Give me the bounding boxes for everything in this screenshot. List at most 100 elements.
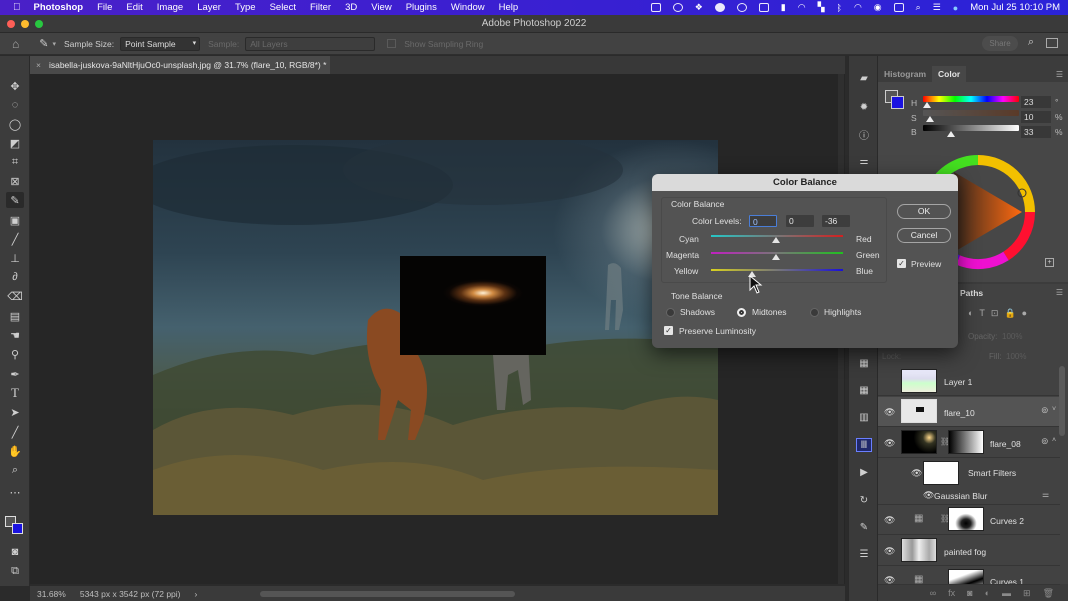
wifi-icon[interactable]: ◠ xyxy=(854,2,862,13)
h-value[interactable]: 23 xyxy=(1021,96,1051,108)
brush-tool-icon[interactable]: ╱ xyxy=(6,231,24,247)
filter-mask-thumbnail[interactable] xyxy=(923,461,959,485)
cyan-red-thumb[interactable] xyxy=(771,237,780,243)
cancel-button[interactable]: Cancel xyxy=(897,228,951,243)
actions-play-icon[interactable]: ▶ xyxy=(856,465,872,479)
menu-app-name[interactable]: Photoshop xyxy=(34,2,84,13)
menu-edit[interactable]: Edit xyxy=(126,2,142,13)
preserve-luminosity-checkbox[interactable]: ✓ xyxy=(664,326,673,335)
airplay-icon[interactable] xyxy=(758,3,769,12)
add-mask-icon[interactable]: ◙ xyxy=(967,588,972,598)
info-icon[interactable]: ⓘ xyxy=(856,127,872,142)
vpn-icon[interactable] xyxy=(714,3,725,12)
midtones-label[interactable]: Midtones xyxy=(752,307,787,317)
move-tool-icon[interactable]: ✥ xyxy=(6,78,24,94)
visibility-eye-icon[interactable]: 👁 xyxy=(923,490,934,501)
dodge-tool-icon[interactable]: ⚲ xyxy=(6,346,24,362)
hand-tool-icon[interactable]: ✋ xyxy=(6,443,24,459)
clock[interactable]: Mon Jul 25 10:10 PM xyxy=(970,2,1060,13)
document-tab[interactable]: × isabella-juskova-9aNltHjuOc0-unsplash.… xyxy=(30,56,330,74)
layer-filter-icons[interactable]: ◐T⊡🔒● xyxy=(968,308,1033,319)
highlights-label[interactable]: Highlights xyxy=(824,307,861,317)
screen-record-icon[interactable] xyxy=(650,3,661,12)
fx-icon[interactable]: fx xyxy=(948,588,955,598)
visibility-eye-icon[interactable]: 👁 xyxy=(911,468,922,479)
eyedropper-preset-icon[interactable]: ✎ xyxy=(39,37,48,50)
path-selection-tool-icon[interactable]: ➤ xyxy=(6,404,24,420)
apple-icon[interactable]:  xyxy=(13,2,21,13)
panel-menu-icon[interactable]: ☰ xyxy=(1056,288,1063,297)
ok-button[interactable]: OK xyxy=(897,204,951,219)
smudge-tool-icon[interactable]: ☚ xyxy=(6,327,24,343)
layer-mask-thumbnail[interactable] xyxy=(948,430,984,454)
eraser-tool-icon[interactable]: ⌫ xyxy=(6,288,24,304)
crop-tool-icon[interactable]: ⌗ xyxy=(6,154,24,170)
share-button[interactable]: Share xyxy=(982,36,1018,51)
preview-checkbox[interactable]: ✓ xyxy=(897,259,906,268)
new-layer-icon[interactable]: ⊞ xyxy=(1023,588,1031,599)
pen-tool-icon[interactable]: ✒ xyxy=(6,366,24,382)
add-swatch-icon[interactable]: + xyxy=(1045,258,1054,267)
eyedropper-tool-icon[interactable]: ✎ xyxy=(6,192,24,208)
chevron-up-icon[interactable]: ˄ xyxy=(1052,437,1056,444)
layer-row-selected[interactable]: 👁 flare_10 ⊚ ˅ xyxy=(878,397,1060,427)
layer-row[interactable]: 👁 ▦ ⛓ Curves 2 xyxy=(878,505,1060,535)
gauge-icon[interactable]: ◠ xyxy=(798,2,806,13)
screen-mode-icon[interactable]: ⧉ xyxy=(6,563,24,579)
delete-layer-icon[interactable]: 🗑 xyxy=(1043,588,1054,599)
siri-icon[interactable]: ● xyxy=(953,3,958,13)
tab-paths[interactable]: Paths xyxy=(960,288,983,298)
history-icon[interactable]: ↻ xyxy=(856,493,872,507)
menu-type[interactable]: Type xyxy=(235,2,256,13)
menu-file[interactable]: File xyxy=(97,2,112,13)
layer-row[interactable]: 👁 ▦ Curves 1 xyxy=(878,567,1060,585)
filter-row[interactable]: 👁 Gaussian Blur ⚌ xyxy=(878,487,1060,505)
hue-thumb[interactable] xyxy=(923,102,931,108)
layer-row[interactable]: 👁 ⛓ flare_08 ⊚ ˄ xyxy=(878,428,1060,458)
layer-name[interactable]: flare_08 xyxy=(990,439,1021,449)
preserve-luminosity-label[interactable]: Preserve Luminosity xyxy=(679,326,756,336)
home-icon[interactable]: ⌂ xyxy=(12,37,19,51)
layer-row[interactable]: 👁 painted fog xyxy=(878,536,1060,566)
layers-scrollbar[interactable] xyxy=(1059,366,1065,436)
smart-filters-row[interactable]: 👁 Smart Filters xyxy=(878,459,1060,487)
menu-plugins[interactable]: Plugins xyxy=(406,2,437,13)
layer-mask-thumbnail[interactable] xyxy=(948,569,984,584)
gradient-tool-icon[interactable]: ▤ xyxy=(6,308,24,324)
filter-name[interactable]: Gaussian Blur xyxy=(934,491,987,501)
shadows-radio[interactable] xyxy=(666,308,675,317)
patterns-grid-icon[interactable]: ▦ xyxy=(856,383,872,397)
fill-value[interactable]: 100% xyxy=(1006,352,1026,361)
comments-icon[interactable]: ▰ xyxy=(856,71,872,85)
sample-select[interactable]: All Layers xyxy=(245,36,376,51)
bg-color-chip[interactable] xyxy=(891,96,904,109)
sync-icon[interactable] xyxy=(736,3,747,12)
hue-slider[interactable] xyxy=(923,96,1019,102)
shadows-label[interactable]: Shadows xyxy=(680,307,715,317)
spotlight-search-icon[interactable]: ⌕ xyxy=(916,2,921,13)
chevron-down-icon[interactable]: ▾ xyxy=(52,40,56,48)
layer-name[interactable]: painted fog xyxy=(944,547,986,557)
tab-histogram[interactable]: Histogram xyxy=(878,66,932,82)
saturation-thumb[interactable] xyxy=(926,116,934,122)
line-tool-icon[interactable]: ╱ xyxy=(6,424,24,440)
chevron-down-icon[interactable]: ˅ xyxy=(1052,406,1056,413)
menu-layer[interactable]: Layer xyxy=(197,2,221,13)
keyboard-icon[interactable] xyxy=(893,3,904,12)
gradients-icon[interactable]: ▥ xyxy=(856,410,872,424)
panel-menu-icon[interactable]: ☰ xyxy=(1056,70,1063,79)
lasso-tool-icon[interactable]: ◯ xyxy=(6,116,24,132)
zoom-level[interactable]: 31.68% xyxy=(37,589,66,599)
bluetooth-icon[interactable]: ᛒ xyxy=(837,3,842,13)
layer-name[interactable]: Curves 1 xyxy=(990,577,1024,584)
bookmark-icon[interactable]: ▮ xyxy=(781,2,786,13)
frame-tool-icon[interactable]: ⊠ xyxy=(6,173,24,189)
wheel-triangle[interactable] xyxy=(954,172,1022,252)
horizontal-scrollbar[interactable] xyxy=(260,591,515,597)
brightness-icon[interactable]: ✹ xyxy=(856,100,872,114)
sampling-ring-checkbox[interactable] xyxy=(387,39,397,48)
magenta-green-thumb[interactable] xyxy=(771,254,780,260)
brush-settings-icon[interactable]: ✎ xyxy=(856,520,872,534)
preview-label[interactable]: Preview xyxy=(911,259,941,269)
visibility-eye-icon[interactable]: 👁 xyxy=(884,438,895,449)
